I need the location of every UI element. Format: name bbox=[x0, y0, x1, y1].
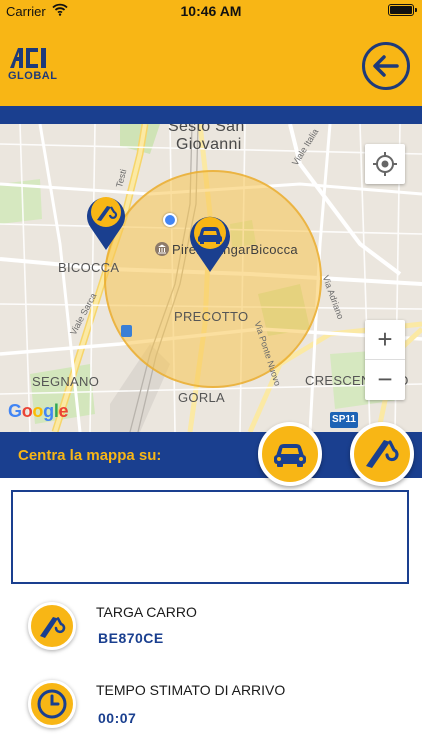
map-label-gorla: GORLA bbox=[178, 390, 226, 405]
eta-value: 00:07 bbox=[98, 710, 137, 726]
aci-global-logo: GLOBAL bbox=[8, 46, 58, 86]
center-on-car-button[interactable] bbox=[258, 422, 322, 486]
transit-icon bbox=[121, 325, 132, 337]
app-header: Carrier 10:46 AM GLOBAL bbox=[0, 0, 422, 106]
map-label-giovanni: Giovanni bbox=[176, 136, 242, 153]
zoom-out-button[interactable]: − bbox=[365, 360, 405, 400]
museum-icon bbox=[155, 242, 169, 256]
message-box bbox=[11, 490, 409, 584]
logo-text: GLOBAL bbox=[8, 70, 58, 82]
aci-logo-mark bbox=[10, 48, 46, 68]
crosshair-icon bbox=[373, 152, 397, 176]
plate-label: TARGA CARRO bbox=[96, 604, 197, 620]
screen: Carrier 10:46 AM GLOBAL Sesto San Giovan… bbox=[0, 0, 422, 750]
eta-label: TEMPO STIMATO DI ARRIVO bbox=[96, 682, 286, 698]
arrow-left-icon bbox=[373, 55, 399, 77]
map-view[interactable]: Sesto San Giovanni BICOCCA PirelliHangar… bbox=[0, 124, 422, 432]
my-location-button[interactable] bbox=[365, 144, 405, 184]
map-label-bicocca: BICOCCA bbox=[58, 260, 120, 275]
back-button[interactable] bbox=[362, 42, 410, 90]
tow-truck-icon bbox=[28, 602, 76, 650]
zoom-controls: + − bbox=[365, 320, 405, 400]
tow-hook-icon bbox=[366, 440, 399, 468]
center-map-label: Centra la mappa su: bbox=[18, 447, 162, 464]
battery-icon bbox=[388, 4, 417, 16]
map-label-precotto: PRECOTTO bbox=[174, 309, 249, 324]
header-divider bbox=[0, 106, 422, 124]
google-logo: Google bbox=[8, 401, 69, 421]
search-radius-circle bbox=[104, 170, 322, 388]
user-location-dot bbox=[163, 213, 177, 227]
map-label-sesto: Sesto San bbox=[168, 124, 245, 135]
center-on-tow-truck-button[interactable] bbox=[350, 422, 414, 486]
eta-row: TEMPO STIMATO DI ARRIVO 00:07 bbox=[0, 676, 422, 732]
tow-truck-marker-icon[interactable] bbox=[83, 190, 129, 252]
status-bar: Carrier 10:46 AM bbox=[0, 0, 422, 22]
status-time: 10:46 AM bbox=[180, 3, 242, 19]
svg-text:Google: Google bbox=[8, 401, 69, 421]
car-icon bbox=[274, 444, 306, 467]
zoom-in-button[interactable]: + bbox=[365, 320, 405, 360]
car-marker-icon[interactable] bbox=[186, 210, 234, 274]
clock-icon bbox=[28, 680, 76, 728]
google-attribution: Google bbox=[8, 400, 74, 427]
plate-value: BE870CE bbox=[98, 630, 164, 646]
plate-row: TARGA CARRO BE870CE bbox=[0, 598, 422, 654]
map-label-segnano: SEGNANO bbox=[32, 374, 100, 389]
